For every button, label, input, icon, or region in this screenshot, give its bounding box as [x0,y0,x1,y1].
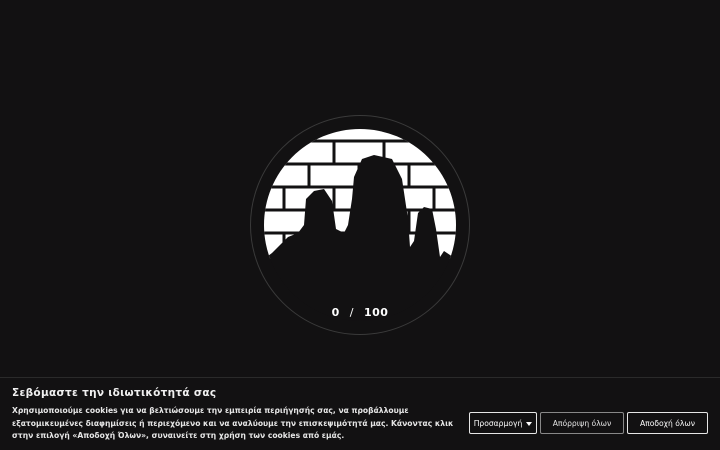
accept-all-button-label: Αποδοχή όλων [639,418,696,428]
reject-all-button-label: Απόρριψη όλων [552,418,612,428]
loader-silhouette-icon [264,129,456,321]
customize-button-label: Προσαρμογή [473,418,523,428]
loading-progress: 0 / 100 [250,306,470,319]
progress-separator: / [349,306,354,319]
cookie-banner-text: Χρησιμοποιούμε cookies για να βελτιώσουμ… [12,406,454,440]
progress-total: 100 [363,306,389,319]
cookie-banner-title: Σεβόμαστε την ιδιωτικότητά σας [12,387,217,399]
caret-down-icon [526,421,533,426]
customize-button[interactable]: Προσαρμογή [469,412,537,434]
progress-current: 0 [331,306,340,319]
page: 0 / 100 Σεβόμαστε την ιδιωτικότητά σας Χρη… [0,0,720,450]
accept-all-button[interactable]: Αποδοχή όλων [627,412,708,434]
cookie-banner: Σεβόμαστε την ιδιωτικότητά σας Χρησιμοπο… [0,377,720,450]
reject-all-button[interactable]: Απόρριψη όλων [540,412,624,434]
